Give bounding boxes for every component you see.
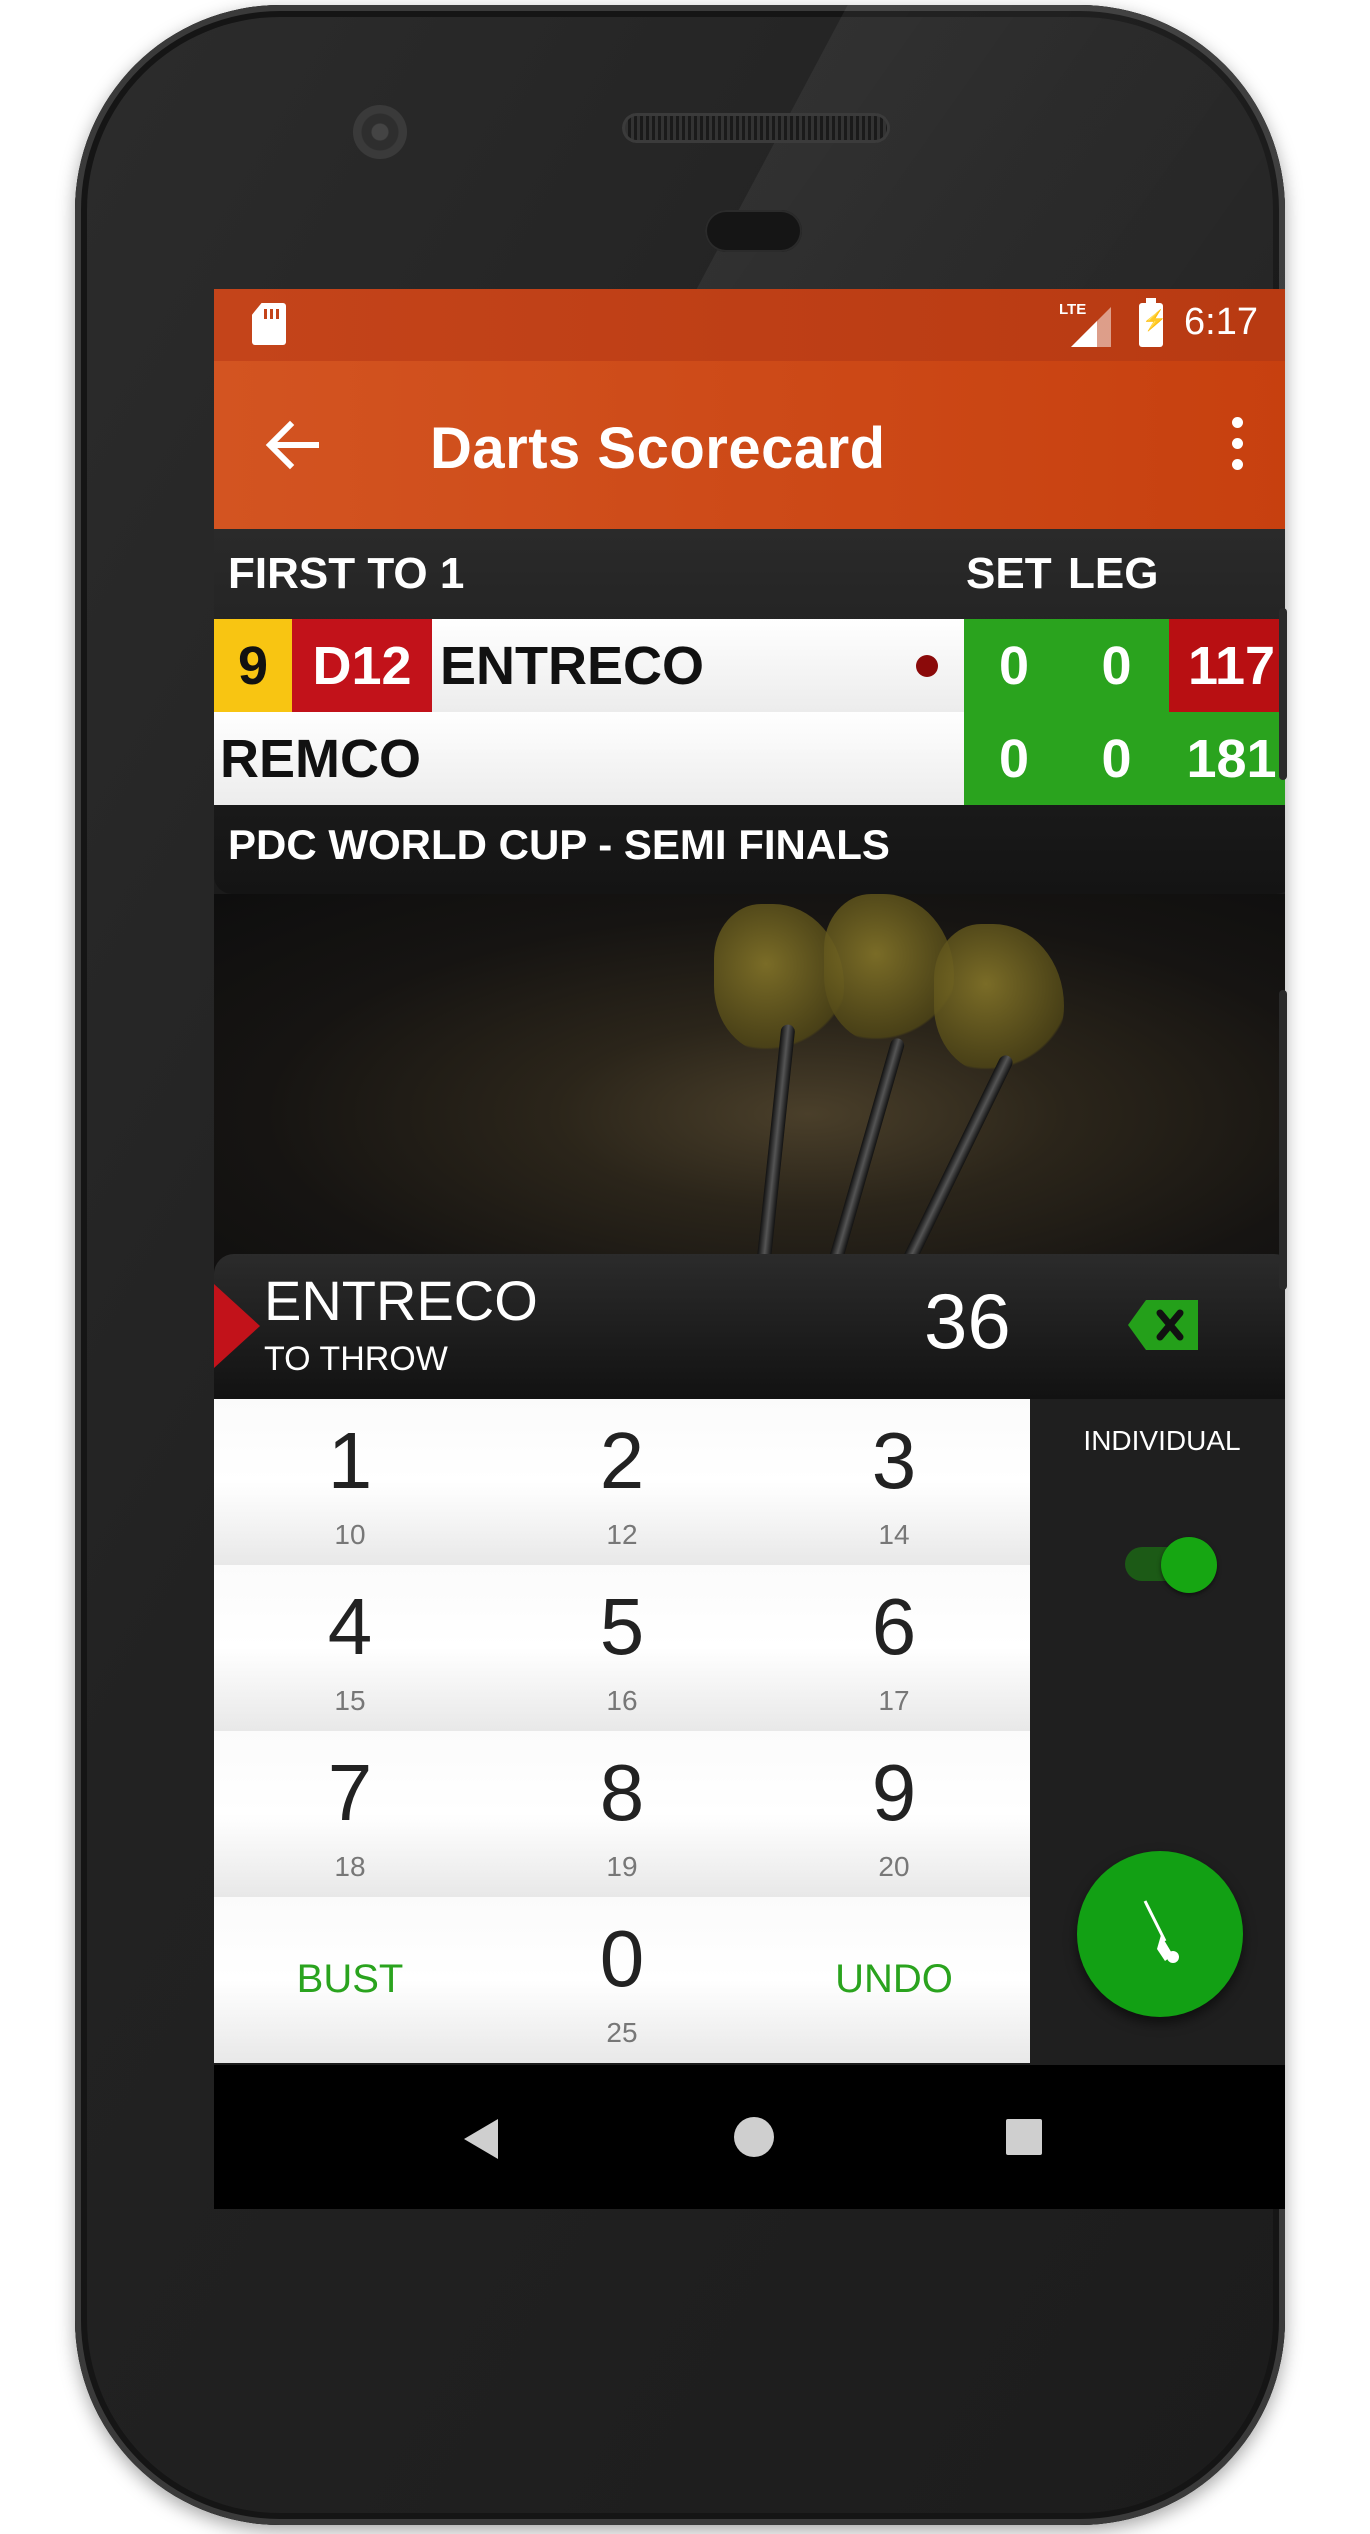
player-row-1: 9 D12 ENTRECO 0 0 117	[214, 619, 1285, 712]
battery-charging-icon	[1139, 298, 1167, 347]
nav-back-icon[interactable]	[464, 2119, 498, 2159]
undo-label: UNDO	[835, 1957, 953, 2001]
key-5[interactable]: 5 16	[486, 1565, 758, 1731]
input-mode-panel: INDIVIDUAL	[1030, 1399, 1285, 2065]
signal-icon: LTE	[1059, 301, 1111, 347]
key-9[interactable]: 9 20	[758, 1731, 1030, 1897]
dart-action-button[interactable]	[1077, 1851, 1243, 2017]
to-throw-indicator	[916, 655, 938, 677]
key-3[interactable]: 3 14	[758, 1399, 1030, 1565]
current-player-name: ENTRECO	[264, 1269, 538, 1332]
phone-frame: LTE 6:17 Darts Scorecard FIRST TO 1 SET …	[75, 5, 1285, 2525]
player-legs: 0	[1064, 619, 1169, 712]
input-mode-label: INDIVIDUAL	[1083, 1425, 1241, 1456]
arrow-back-icon[interactable]	[262, 417, 322, 473]
key-number: 4	[327, 1582, 373, 1671]
key-subvalue: 18	[334, 1851, 366, 1882]
sd-card-icon	[252, 303, 286, 345]
key-number: 9	[871, 1748, 917, 1837]
app-title: Darts Scorecard	[430, 416, 886, 481]
key-0[interactable]: 0 25	[486, 1897, 758, 2063]
proximity-sensor	[705, 210, 802, 252]
nav-home-icon[interactable]	[734, 2117, 774, 2157]
key-subvalue: 16	[606, 1685, 638, 1716]
key-4[interactable]: 4 15	[214, 1565, 486, 1731]
player-name: REMCO	[214, 712, 964, 805]
dart-barrel	[826, 1036, 906, 1272]
score-keypad: 1 10 2 12 3 14 4 15 5 16 6 17 7 18 8 19 …	[214, 1399, 1030, 2065]
earpiece-speaker	[622, 113, 890, 143]
throw-panel: ENTRECO TO THROW 36	[214, 1254, 1285, 1399]
current-player-marker	[214, 1284, 260, 1368]
key-subvalue: 14	[878, 1519, 910, 1550]
darts-background-image	[214, 894, 1285, 1294]
more-vert-icon[interactable]	[1232, 417, 1244, 473]
nav-recents-icon[interactable]	[1006, 2119, 1042, 2155]
screen: LTE 6:17 Darts Scorecard FIRST TO 1 SET …	[214, 289, 1285, 2209]
key-subvalue: 15	[334, 1685, 366, 1716]
key-subvalue: 20	[878, 1851, 910, 1882]
player-row-2: REMCO 0 0 181	[214, 712, 1285, 805]
checkout-hint: D12	[292, 619, 432, 712]
key-number: 7	[327, 1748, 373, 1837]
app-bar: Darts Scorecard	[214, 361, 1285, 529]
front-camera	[353, 105, 407, 159]
player-legs: 0	[1064, 712, 1169, 805]
key-number: 6	[871, 1582, 917, 1671]
key-2[interactable]: 2 12	[486, 1399, 758, 1565]
event-title: PDC WORLD CUP - SEMI FINALS	[228, 821, 890, 868]
scoreboard-header: FIRST TO 1 SET LEG	[214, 529, 1285, 619]
key-number: 3	[871, 1416, 917, 1505]
entered-score: 36	[924, 1277, 1011, 1365]
bust-button[interactable]: BUST	[214, 1897, 486, 2063]
bust-label: BUST	[296, 1957, 404, 2001]
player-score: 181	[1169, 712, 1285, 805]
scoreboard: FIRST TO 1 SET LEG 9 D12 ENTRECO 0 0 117…	[214, 529, 1285, 894]
player-sets: 0	[964, 712, 1064, 805]
status-clock: 6:17	[1184, 301, 1258, 343]
key-subvalue: 19	[606, 1851, 638, 1882]
key-number: 8	[599, 1748, 645, 1837]
player-name: ENTRECO	[432, 619, 964, 712]
darts-left-badge: 9	[214, 619, 292, 712]
leg-header: LEG	[1068, 549, 1159, 598]
dart-flight	[934, 924, 1064, 1074]
undo-button[interactable]: UNDO	[758, 1897, 1030, 2063]
player-sets: 0	[964, 619, 1064, 712]
current-player-status: TO THROW	[264, 1340, 448, 1378]
dart-barrel	[897, 1053, 1015, 1275]
key-1[interactable]: 1 10	[214, 1399, 486, 1565]
key-7[interactable]: 7 18	[214, 1731, 486, 1897]
status-bar: LTE 6:17	[214, 289, 1285, 361]
dart-icon	[1143, 1900, 1179, 1963]
backspace-icon[interactable]	[1128, 1300, 1198, 1350]
dart-barrel	[756, 1023, 796, 1265]
key-8[interactable]: 8 19	[486, 1731, 758, 1897]
key-number: 2	[599, 1416, 645, 1505]
key-number: 0	[599, 1914, 645, 2003]
volume-button	[1279, 990, 1287, 1290]
set-header: SET	[966, 549, 1052, 598]
power-button	[1279, 608, 1287, 780]
key-subvalue: 25	[606, 2017, 638, 2048]
player-score: 117	[1169, 619, 1285, 712]
key-subvalue: 10	[334, 1519, 366, 1550]
key-number: 5	[599, 1582, 645, 1671]
individual-toggle[interactable]	[1125, 1537, 1217, 1593]
match-format: FIRST TO 1	[228, 549, 465, 598]
navigation-bar	[214, 2065, 1285, 2209]
key-number: 1	[327, 1416, 373, 1505]
key-subvalue: 12	[606, 1519, 638, 1550]
key-6[interactable]: 6 17	[758, 1565, 1030, 1731]
key-subvalue: 17	[878, 1685, 910, 1716]
